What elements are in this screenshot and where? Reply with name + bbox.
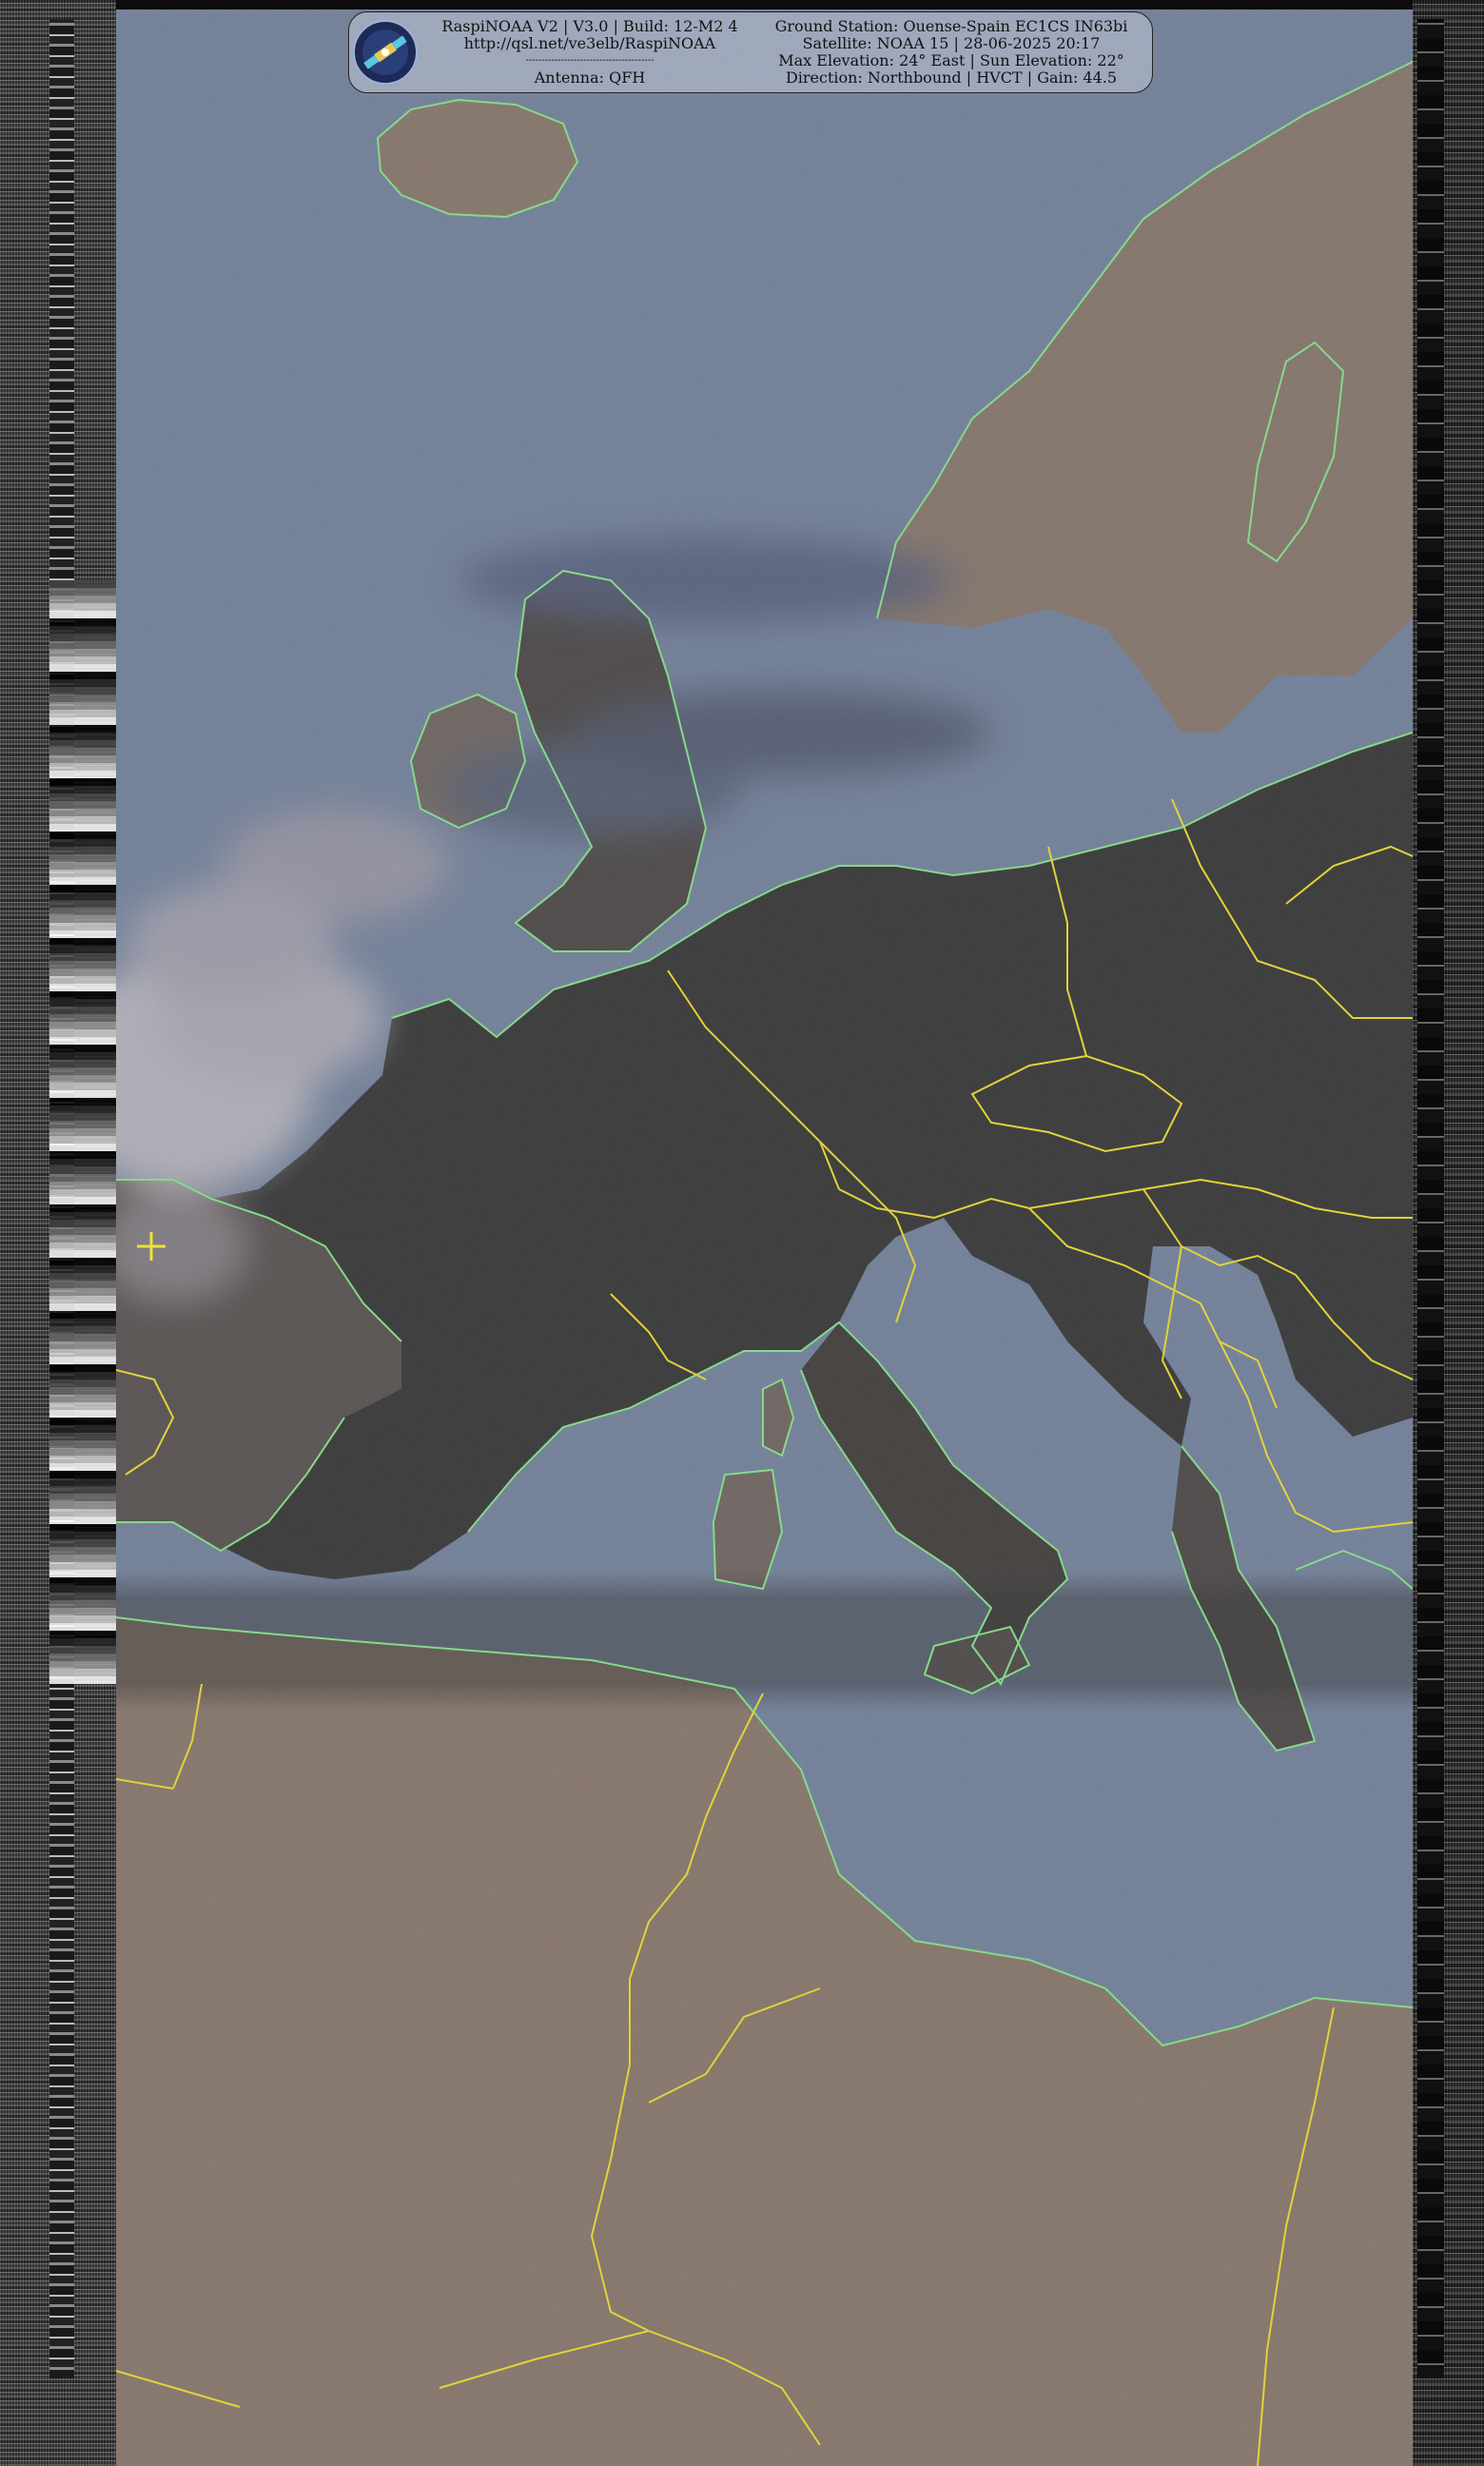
raspinoaa-logo (352, 19, 419, 86)
header-elevation: Max Elevation: 24° East | Sun Elevation:… (778, 51, 1124, 69)
telemetry-wedges (49, 580, 116, 1684)
header-url: http://qsl.net/ve3elb/RaspiNOAA (463, 34, 716, 52)
header-ground-station: Ground Station: Ouense-Spain EC1CS IN63b… (774, 17, 1128, 35)
header-antenna: Antenna: QFH (534, 68, 646, 87)
header-satellite: Satellite: NOAA 15 | 28-06-2025 20:17 (802, 34, 1101, 52)
satellite-logo-icon (353, 20, 418, 85)
header-build-info: RaspiNOAA V2 | V3.0 | Build: 12-M2 4 (441, 17, 738, 35)
header-separator: ---------------------------------------- (525, 55, 654, 66)
noise-overlay (116, 10, 1413, 2466)
map-svg (116, 10, 1413, 2466)
right-sync-bars (1417, 19, 1444, 2378)
satellite-map (116, 10, 1413, 2466)
header-direction: Direction: Northbound | HVCT | Gain: 44.… (785, 68, 1118, 87)
